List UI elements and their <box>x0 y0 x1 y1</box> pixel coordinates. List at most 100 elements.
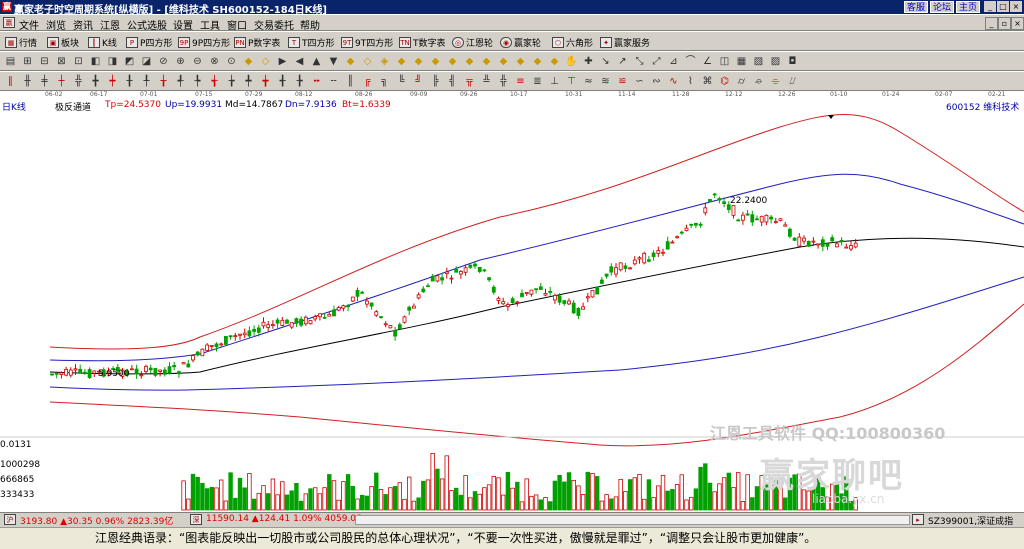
analysis-tool-icon[interactable]: ⌘ <box>701 75 714 88</box>
customer-service-link[interactable]: 客服 <box>903 1 928 13</box>
analysis-tool-icon[interactable]: ⌭ <box>735 75 748 88</box>
drawing-tool-icon[interactable]: ⊞ <box>21 55 34 68</box>
drawing-tool-icon[interactable]: ⌒ <box>684 55 697 68</box>
drawing-tool-icon[interactable]: ✋ <box>565 55 578 68</box>
analysis-tool-icon[interactable]: ║ <box>344 75 357 88</box>
drawing-tool-icon[interactable]: ◆ <box>480 55 493 68</box>
mdi-close-button[interactable]: × <box>1011 17 1024 30</box>
analysis-tool-icon[interactable]: ⌰ <box>786 75 799 88</box>
analysis-tool-icon[interactable]: ⌬ <box>718 75 731 88</box>
analysis-tool-icon[interactable]: ∿ <box>667 75 680 88</box>
forum-link[interactable]: 论坛 <box>929 1 954 13</box>
analysis-tool-icon[interactable]: ╌ <box>327 75 340 88</box>
drawing-tool-icon[interactable]: ▧ <box>752 55 765 68</box>
drawing-tool-icon[interactable]: ◀ <box>293 55 306 68</box>
drawing-tool-icon[interactable]: ◨ <box>106 55 119 68</box>
analysis-tool-icon[interactable]: ≌ <box>616 75 629 88</box>
drawing-tool-icon[interactable]: ◆ <box>242 55 255 68</box>
drawing-tool-icon[interactable]: ⊘ <box>157 55 170 68</box>
drawing-tool-icon[interactable]: ◆ <box>395 55 408 68</box>
sector-button[interactable]: ▣ 板块 <box>47 35 79 49</box>
analysis-tool-icon[interactable]: ╄ <box>191 75 204 88</box>
drawing-tool-icon[interactable]: ⊖ <box>191 55 204 68</box>
kline-button[interactable]: ┃ K线 <box>88 35 117 49</box>
drawing-tool-icon[interactable]: ↘ <box>599 55 612 68</box>
menu-gann[interactable]: 江恩 <box>100 17 120 32</box>
minimize-button[interactable]: _ <box>984 1 996 12</box>
analysis-tool-icon[interactable]: ⌯ <box>769 75 782 88</box>
drawing-tool-icon[interactable]: ▼ <box>327 55 340 68</box>
maximize-button[interactable]: □ <box>997 1 1009 12</box>
analysis-tool-icon[interactable]: ╪ <box>38 75 51 88</box>
analysis-tool-icon[interactable]: ≋ <box>599 75 612 88</box>
analysis-tool-icon[interactable]: ╩ <box>480 75 493 88</box>
menu-trade[interactable]: 交易委托 <box>254 17 294 32</box>
9t-square-button[interactable]: 9T 9T四方形 <box>341 35 393 49</box>
analysis-tool-icon[interactable]: ≡ <box>514 75 527 88</box>
analysis-tool-icon[interactable]: ╇ <box>242 75 255 88</box>
analysis-tool-icon[interactable]: ⌇ <box>684 75 697 88</box>
analysis-tool-icon[interactable]: ∽ <box>633 75 646 88</box>
analysis-tool-icon[interactable]: ┿ <box>106 75 119 88</box>
menu-tools[interactable]: 工具 <box>200 17 220 32</box>
analysis-tool-icon[interactable]: ╣ <box>446 75 459 88</box>
drawing-tool-icon[interactable]: ⤢ <box>650 55 663 68</box>
drawing-tool-icon[interactable]: ◆ <box>531 55 544 68</box>
menu-help[interactable]: 帮助 <box>300 17 320 32</box>
drawing-tool-icon[interactable]: ⊕ <box>174 55 187 68</box>
drawing-tool-icon[interactable]: ⊿ <box>667 55 680 68</box>
analysis-tool-icon[interactable]: ╍ <box>310 75 323 88</box>
index-switch-icon[interactable]: ▸ <box>912 514 924 525</box>
t-square-button[interactable]: T T四方形 <box>288 35 335 49</box>
analysis-tool-icon[interactable]: ╦ <box>463 75 476 88</box>
analysis-tool-icon[interactable]: ╀ <box>140 75 153 88</box>
drawing-tool-icon[interactable]: ▶ <box>276 55 289 68</box>
mdi-restore-button[interactable]: ▫ <box>998 17 1011 30</box>
app-menu-icon[interactable]: 赢 <box>3 17 15 28</box>
analysis-tool-icon[interactable]: ╬ <box>72 75 85 88</box>
analysis-tool-icon[interactable]: ╂ <box>123 75 136 88</box>
analysis-tool-icon[interactable]: ╋ <box>89 75 102 88</box>
drawing-tool-icon[interactable]: ⊟ <box>38 55 51 68</box>
quotes-button[interactable]: ▦ 行情 <box>5 35 37 49</box>
analysis-tool-icon[interactable]: ≣ <box>531 75 544 88</box>
analysis-tool-icon[interactable]: ╔ <box>361 75 374 88</box>
drawing-tool-icon[interactable]: ◫ <box>718 55 731 68</box>
analysis-tool-icon[interactable]: ╃ <box>174 75 187 88</box>
drawing-tool-icon[interactable]: ↗ <box>616 55 629 68</box>
service-button[interactable]: ✦ 赢家服务 <box>600 35 650 49</box>
drawing-tool-icon[interactable]: ◆ <box>497 55 510 68</box>
p-square-button[interactable]: P P四方形 <box>126 35 172 49</box>
drawing-tool-icon[interactable]: ▤ <box>4 55 17 68</box>
analysis-tool-icon[interactable]: ┼ <box>55 75 68 88</box>
menu-info[interactable]: 资讯 <box>73 17 93 32</box>
analysis-tool-icon[interactable]: ╬ <box>497 75 510 88</box>
9p-square-button[interactable]: 9P 9P四方形 <box>178 35 230 49</box>
menu-browse[interactable]: 浏览 <box>46 17 66 32</box>
mdi-minimize-button[interactable]: _ <box>985 17 998 30</box>
close-button[interactable]: × <box>1010 1 1022 12</box>
menu-window[interactable]: 窗口 <box>227 17 247 32</box>
drawing-tool-icon[interactable]: ▲ <box>310 55 323 68</box>
drawing-tool-icon[interactable]: ◆ <box>429 55 442 68</box>
menu-formula-select[interactable]: 公式选股 <box>127 17 167 32</box>
menu-settings[interactable]: 设置 <box>173 17 193 32</box>
analysis-tool-icon[interactable]: ⊤ <box>565 75 578 88</box>
analysis-tool-icon[interactable]: ╁ <box>157 75 170 88</box>
analysis-tool-icon[interactable]: ╈ <box>259 75 272 88</box>
analysis-tool-icon[interactable]: ∾ <box>650 75 663 88</box>
drawing-tool-icon[interactable]: ◆ <box>463 55 476 68</box>
analysis-tool-icon[interactable]: ⌮ <box>752 75 765 88</box>
drawing-tool-icon[interactable]: ◇ <box>259 55 272 68</box>
drawing-tool-icon[interactable]: ◆ <box>344 55 357 68</box>
t-table-button[interactable]: TN T数字表 <box>399 35 446 49</box>
analysis-tool-icon[interactable]: ╆ <box>225 75 238 88</box>
drawing-tool-icon[interactable]: ◆ <box>514 55 527 68</box>
drawing-tool-icon[interactable]: ◆ <box>412 55 425 68</box>
analysis-tool-icon[interactable]: ╫ <box>21 75 34 88</box>
analysis-tool-icon[interactable]: ⊥ <box>548 75 561 88</box>
drawing-tool-icon[interactable]: ▦ <box>735 55 748 68</box>
drawing-tool-icon[interactable]: ✚ <box>582 55 595 68</box>
hexagon-button[interactable]: ⬡ 六角形 <box>552 35 593 49</box>
drawing-tool-icon[interactable]: ◪ <box>140 55 153 68</box>
